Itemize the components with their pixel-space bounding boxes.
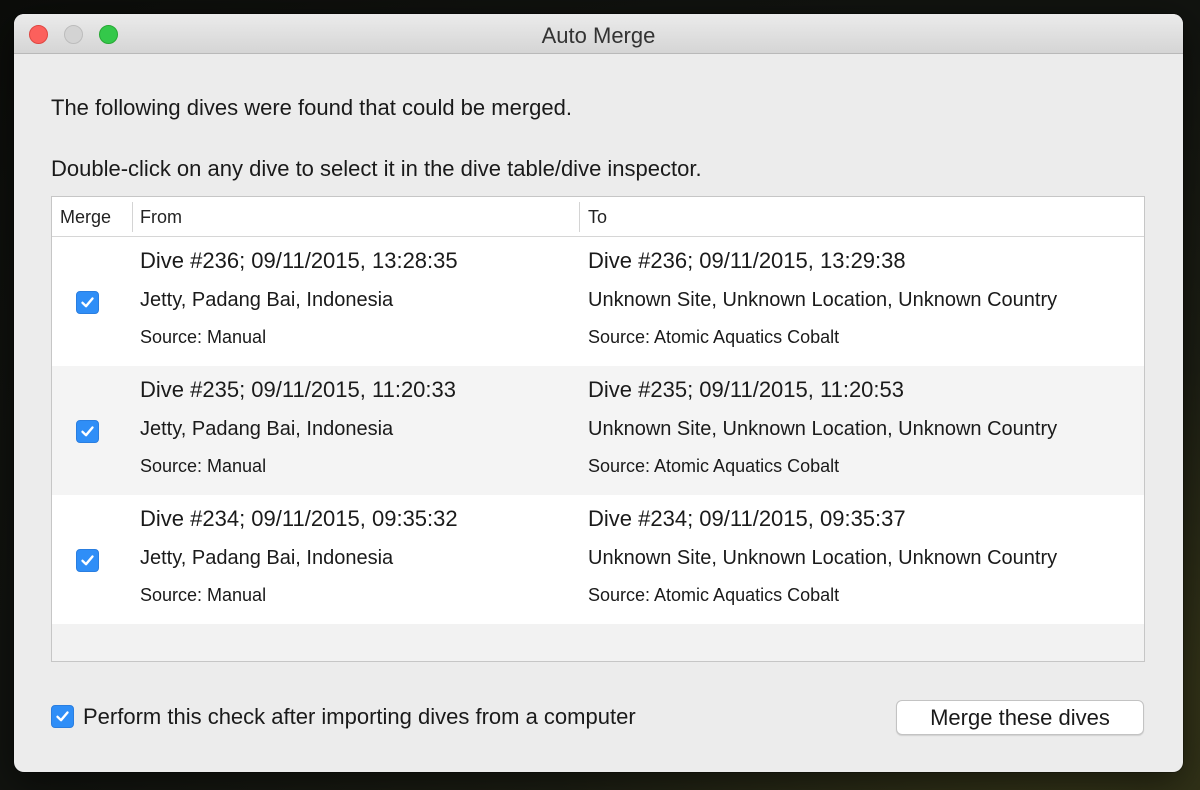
to-location: Unknown Site, Unknown Location, Unknown … [588, 418, 1058, 440]
table-row[interactable]: Dive #236; 09/11/2015, 13:28:35 Jetty, P… [52, 237, 1144, 366]
from-source: Source: Manual [140, 585, 267, 605]
window-title: Auto Merge [541, 23, 656, 48]
table-header: Merge From To [52, 197, 1144, 237]
from-dive: Dive #234; 09/11/2015, 09:35:32 [140, 506, 458, 531]
merge-dives-button[interactable]: Merge these dives [896, 700, 1144, 735]
to-location: Unknown Site, Unknown Location, Unknown … [588, 289, 1058, 311]
to-location: Unknown Site, Unknown Location, Unknown … [588, 547, 1058, 569]
from-dive: Dive #236; 09/11/2015, 13:28:35 [140, 248, 458, 273]
to-source: Source: Atomic Aquatics Cobalt [588, 585, 840, 605]
perform-check-checkbox[interactable] [51, 705, 74, 728]
merge-checkbox[interactable] [76, 291, 99, 314]
from-source: Source: Manual [140, 456, 267, 476]
to-dive: Dive #234; 09/11/2015, 09:35:37 [588, 506, 906, 531]
intro-text: The following dives were found that coul… [51, 95, 572, 120]
column-header-to[interactable]: To [588, 207, 607, 228]
checkmark-icon [81, 555, 94, 566]
checkmark-icon [81, 426, 94, 437]
merge-table: Merge From To Dive #236; 09/11/2015, 13:… [51, 196, 1145, 662]
to-source: Source: Atomic Aquatics Cobalt [588, 327, 840, 347]
auto-merge-window: Auto Merge The following dives were foun… [14, 14, 1183, 772]
column-header-merge[interactable]: Merge [60, 207, 111, 228]
checkmark-icon [81, 297, 94, 308]
table-row[interactable]: Dive #234; 09/11/2015, 09:35:32 Jetty, P… [52, 495, 1144, 624]
from-dive: Dive #235; 09/11/2015, 11:20:33 [140, 377, 456, 402]
from-location: Jetty, Padang Bai, Indonesia [140, 547, 394, 569]
to-dive: Dive #236; 09/11/2015, 13:29:38 [588, 248, 906, 273]
title-bar: Auto Merge [14, 14, 1183, 54]
merge-checkbox[interactable] [76, 420, 99, 443]
column-divider[interactable] [132, 202, 133, 232]
perform-check-label[interactable]: Perform this check after importing dives… [83, 704, 636, 730]
column-header-from[interactable]: From [140, 207, 182, 228]
from-location: Jetty, Padang Bai, Indonesia [140, 289, 394, 311]
merge-checkbox[interactable] [76, 549, 99, 572]
to-source: Source: Atomic Aquatics Cobalt [588, 456, 840, 476]
table-row[interactable]: Dive #235; 09/11/2015, 11:20:33 Jetty, P… [52, 366, 1144, 495]
to-dive: Dive #235; 09/11/2015, 11:20:53 [588, 377, 904, 402]
from-location: Jetty, Padang Bai, Indonesia [140, 418, 394, 440]
from-source: Source: Manual [140, 327, 267, 347]
column-divider[interactable] [579, 202, 580, 232]
checkmark-icon [56, 711, 69, 722]
instruction-text: Double-click on any dive to select it in… [51, 156, 702, 181]
